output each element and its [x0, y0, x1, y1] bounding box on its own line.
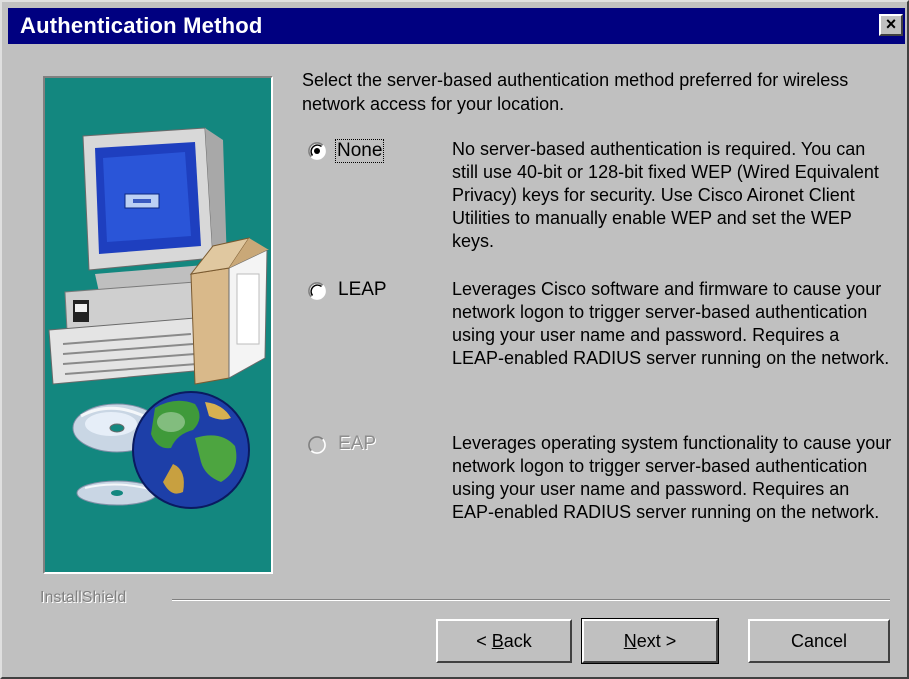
title-bar[interactable]: Authentication Method × [8, 8, 905, 44]
cancel-button[interactable]: Cancel [748, 619, 890, 663]
window-title: Authentication Method [20, 13, 263, 38]
option-eap-label[interactable]: EAP [338, 433, 376, 455]
option-leap-description: Leverages Cisco software and firmware to… [452, 279, 890, 368]
intro-text: Select the server-based authentication m… [302, 70, 849, 114]
option-leap-label[interactable]: LEAP [338, 279, 387, 301]
close-icon[interactable]: × [879, 14, 903, 36]
separator-line [172, 599, 890, 601]
back-button[interactable]: < Back [436, 619, 572, 663]
authentication-method-dialog: Authentication Method × Select the serve… [0, 0, 909, 679]
radio-eap[interactable] [308, 436, 326, 454]
back-label: ack [503, 631, 532, 651]
next-mnemonic: N [623, 631, 637, 651]
globe-illustration [132, 391, 250, 509]
option-none-description: No server-based authentication is requir… [452, 139, 879, 251]
option-none-label[interactable]: None [335, 139, 385, 163]
back-prefix: < [476, 631, 492, 651]
radio-leap[interactable] [308, 282, 326, 300]
setup-illustration [43, 76, 273, 574]
installshield-brand: InstallShield [40, 589, 127, 606]
next-button[interactable]: Next > [581, 618, 719, 664]
installshield-separator: InstallShield [40, 589, 890, 607]
back-mnemonic: B [491, 631, 504, 651]
next-label: ext > [636, 631, 677, 651]
computer-illustration [48, 127, 269, 385]
option-eap-description: Leverages operating system functionality… [452, 433, 892, 522]
radio-none[interactable] [308, 142, 326, 160]
